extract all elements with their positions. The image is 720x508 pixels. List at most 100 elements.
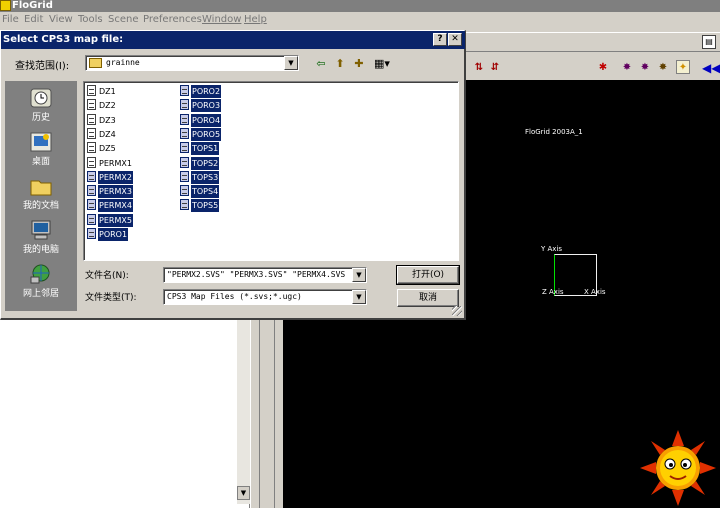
y-axis-label: Y Axis — [541, 245, 563, 253]
axes-icon[interactable]: ✱ — [596, 61, 610, 75]
file-name: PERMX5 — [98, 213, 133, 227]
document-icon — [87, 228, 96, 239]
menu-tools[interactable]: Tools — [78, 14, 103, 25]
filetype-value: CPS3 Map Files (*.svs;*.ugc) — [167, 292, 302, 301]
menu-scene[interactable]: Scene — [108, 14, 139, 25]
resize-grip[interactable] — [452, 306, 462, 316]
menu-preferences[interactable]: Preferences — [143, 14, 202, 25]
document-icon — [87, 142, 96, 154]
chevron-down-icon[interactable]: ▼ — [284, 56, 298, 70]
file-item[interactable]: TOPS4 — [180, 185, 220, 199]
menu-window[interactable]: Window — [202, 14, 241, 25]
view-icon-3[interactable]: ✸ — [656, 61, 670, 75]
document-icon — [180, 199, 189, 211]
document-icon — [87, 213, 96, 225]
filename-label: 文件名(N): — [85, 271, 129, 281]
app-title-bar: FloGrid — [0, 0, 720, 12]
file-item[interactable]: PORO1 — [87, 228, 129, 241]
close-button[interactable]: ✕ — [448, 33, 462, 46]
file-name: PORO2 — [191, 85, 222, 98]
cancel-button[interactable]: 取消 — [397, 289, 459, 307]
scale-z-icon[interactable]: ⇵ — [488, 61, 502, 75]
file-list[interactable]: DZ1 DZ2 DZ3 DZ4 DZ5 PERMX1 PERMX2 PERMX3 PERMX4 P… — [83, 81, 459, 261]
viewport-title: FloGrid 2003A_1 — [525, 128, 583, 136]
file-item[interactable]: PERMX5 — [87, 213, 133, 227]
open-button[interactable]: 打开(O) — [396, 265, 460, 285]
file-item[interactable]: PERMX2 — [87, 170, 133, 184]
menu-help[interactable]: Help — [244, 14, 267, 25]
document-icon — [180, 156, 189, 168]
menu-edit[interactable]: Edit — [24, 14, 43, 25]
my-documents-icon — [30, 180, 52, 196]
filename-input[interactable]: "PERMX2.SVS" "PERMX3.SVS" "PERMX4.SVS ▼ — [163, 267, 367, 283]
file-name: DZ2 — [99, 101, 116, 111]
scale-xy-icon[interactable]: ⇅ — [472, 61, 486, 75]
view-icon-1[interactable]: ✸ — [620, 61, 634, 75]
document-icon — [87, 156, 96, 168]
network-places-icon — [30, 264, 50, 284]
file-name: PORO3 — [191, 99, 222, 113]
file-item[interactable]: TOPS1 — [180, 142, 220, 156]
place-my-computer[interactable]: 我的电脑 — [5, 217, 77, 259]
file-item[interactable]: DZ1 — [87, 85, 117, 98]
document-icon — [87, 199, 96, 211]
history-icon — [30, 88, 52, 108]
light-icon[interactable]: ✦ — [676, 60, 690, 74]
document-icon — [87, 85, 96, 96]
chevron-down-icon[interactable]: ▼ — [352, 290, 366, 304]
look-in-select[interactable]: grainne ▼ — [85, 55, 299, 71]
chevron-down-icon[interactable]: ▼ — [352, 268, 366, 282]
file-item[interactable]: PORO2 — [180, 85, 222, 98]
file-name: TOPS2 — [191, 156, 220, 170]
place-network[interactable]: 网上邻居 — [5, 261, 77, 303]
place-desktop[interactable]: 桌面 — [5, 129, 77, 171]
file-item[interactable]: PERMX4 — [87, 199, 133, 213]
menu-bar: File Edit View Tools Scene Preferences W… — [0, 12, 720, 28]
file-name: TOPS3 — [191, 170, 220, 184]
file-item[interactable]: PERMX1 — [87, 156, 133, 170]
collapse-panel-icon[interactable]: ◀◀ — [702, 61, 720, 75]
file-item[interactable]: TOPS3 — [180, 170, 220, 184]
file-item[interactable]: PORO3 — [180, 99, 222, 113]
document-icon — [87, 113, 96, 125]
up-folder-icon[interactable]: ⬆ — [332, 56, 348, 72]
file-item[interactable]: PORO5 — [180, 127, 222, 141]
panel-menu-icon[interactable]: ▤ — [702, 35, 716, 49]
sun-mascot-icon — [640, 430, 716, 506]
document-icon — [180, 170, 189, 182]
file-name: PORO5 — [191, 127, 222, 141]
document-icon — [180, 99, 189, 111]
document-icon — [180, 185, 189, 197]
place-history[interactable]: 历史 — [5, 85, 77, 127]
file-item[interactable]: DZ5 — [87, 142, 117, 155]
menu-file[interactable]: File — [2, 14, 19, 25]
lower-left-scrollbar[interactable]: ▼ — [236, 318, 250, 504]
splitter[interactable] — [250, 318, 283, 508]
new-folder-icon[interactable]: ✚ — [351, 56, 367, 72]
z-axis-label: Z Axis — [542, 288, 564, 296]
file-name: DZ3 — [99, 115, 116, 125]
scroll-down-arrow-icon[interactable]: ▼ — [237, 486, 250, 500]
document-icon — [87, 170, 96, 182]
document-icon — [87, 127, 96, 139]
file-item[interactable]: TOPS2 — [180, 156, 220, 170]
file-item[interactable]: DZ3 — [87, 113, 117, 127]
help-button[interactable]: ? — [433, 33, 447, 46]
menu-view[interactable]: View — [49, 14, 73, 25]
file-item[interactable]: DZ4 — [87, 127, 117, 141]
places-bar: 历史 桌面 我的文档 我的电脑 网上邻居 — [5, 81, 77, 311]
file-name: TOPS1 — [191, 142, 220, 156]
view-menu-icon[interactable]: ▦▾ — [371, 56, 393, 72]
file-item[interactable]: DZ2 — [87, 99, 117, 112]
file-item[interactable]: PERMX3 — [87, 185, 133, 199]
file-item[interactable]: PORO4 — [180, 113, 222, 127]
look-in-label: 查找范围(I): — [15, 61, 70, 72]
view-icon-2[interactable]: ✸ — [638, 61, 652, 75]
look-in-value: grainne — [106, 58, 140, 67]
app-title: FloGrid — [12, 0, 53, 11]
filetype-select[interactable]: CPS3 Map Files (*.svs;*.ugc) ▼ — [163, 289, 367, 305]
place-my-documents[interactable]: 我的文档 — [5, 173, 77, 215]
back-icon[interactable]: ⇦ — [313, 56, 329, 72]
file-item[interactable]: TOPS5 — [180, 199, 220, 213]
document-icon — [180, 142, 189, 154]
